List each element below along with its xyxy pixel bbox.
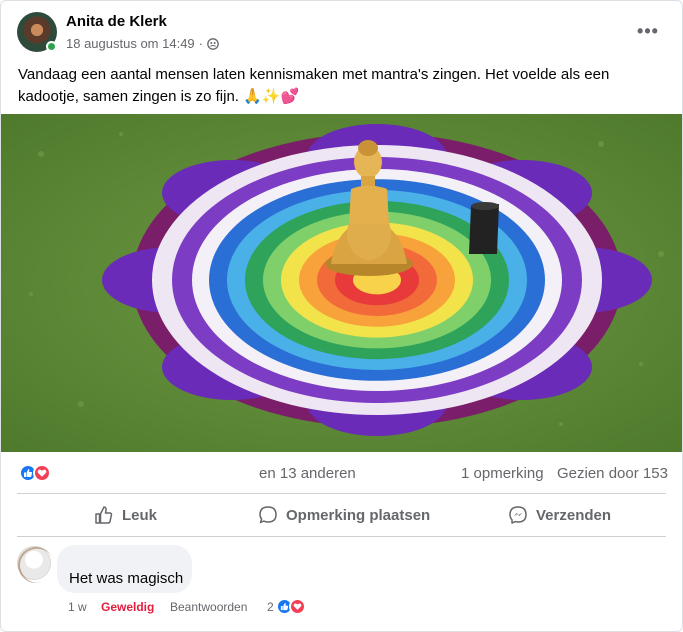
love-icon	[289, 598, 306, 615]
views-count[interactable]: Gezien door 153	[557, 465, 668, 482]
comment-label: Opmerking plaatsen	[286, 506, 431, 524]
comments-count[interactable]: 1 opmerking	[461, 465, 544, 482]
speaker	[469, 202, 499, 254]
thumbs-up-icon	[95, 506, 113, 524]
comment-reaction-button[interactable]: Geweldig	[101, 600, 154, 614]
like-label: Leuk	[122, 506, 158, 524]
send-label: Verzenden	[536, 506, 612, 524]
post-text: Vandaag een aantal mensen laten kennisma…	[18, 66, 610, 105]
post-card: Anita de Klerk 18 augustus om 14:49 · ••…	[0, 0, 683, 632]
messenger-icon	[509, 506, 527, 524]
send-button[interactable]: Verzenden	[508, 501, 611, 529]
reaction-summary[interactable]	[19, 464, 51, 482]
more-options-icon[interactable]: •••	[633, 19, 663, 43]
meta-separator: ·	[198, 36, 203, 51]
comment-reply-button[interactable]: Beantwoorden	[170, 600, 247, 614]
commenter-avatar[interactable]	[17, 546, 51, 580]
comment-bubble: Het was magisch	[57, 545, 192, 593]
divider	[17, 536, 666, 537]
commenter-name-redacted	[69, 552, 149, 564]
comment-button[interactable]: Opmerking plaatsen	[258, 501, 430, 529]
comment-time[interactable]: 1 w	[68, 600, 87, 614]
post-photo[interactable]	[1, 114, 682, 452]
comment-reaction-count[interactable]: 2	[267, 600, 274, 614]
friends-icon[interactable]	[207, 37, 219, 50]
post-meta: 18 augustus om 14:49 ·	[66, 36, 219, 51]
comment-text: Het was magisch	[69, 570, 184, 587]
post-timestamp[interactable]: 18 augustus om 14:49	[66, 36, 195, 51]
comment-reactions[interactable]	[276, 598, 306, 615]
reaction-names[interactable]: en 13 anderen	[259, 465, 356, 482]
love-icon	[33, 464, 51, 482]
author-name[interactable]: Anita de Klerk	[66, 13, 167, 30]
comment-icon	[259, 506, 277, 524]
photo-mandala-scene	[1, 114, 682, 452]
like-button[interactable]: Leuk	[94, 501, 157, 529]
divider	[17, 493, 666, 494]
online-status-dot	[46, 41, 57, 52]
